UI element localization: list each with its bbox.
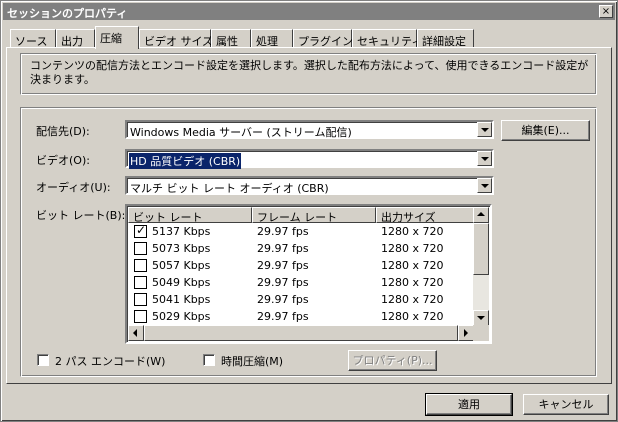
- tab-advanced[interactable]: 詳細設定: [417, 29, 474, 48]
- horizontal-scroll-thumb[interactable]: [144, 325, 458, 341]
- video-label: ビデオ(O):: [36, 154, 90, 167]
- arrow-right-icon: [464, 329, 468, 337]
- audio-value: マルチ ビット レート オーディオ (CBR): [130, 182, 329, 195]
- row-checkbox[interactable]: [134, 259, 147, 272]
- two-pass-checkbox[interactable]: [37, 354, 49, 366]
- column-header-output-size[interactable]: 出力サイズ: [376, 207, 476, 223]
- audio-select[interactable]: マルチ ビット レート オーディオ (CBR): [125, 176, 494, 195]
- scroll-right-button[interactable]: [458, 325, 474, 341]
- destination-select[interactable]: Windows Media サーバー (ストリーム配信): [125, 120, 494, 139]
- scroll-left-button[interactable]: [128, 325, 144, 341]
- cell-bitrate: 5137 Kbps: [152, 225, 211, 238]
- chevron-down-icon: [481, 128, 489, 132]
- table-row[interactable]: 5057 Kbps 29.97 fps 1280 x 720: [128, 257, 478, 274]
- cell-output-size: 1280 x 720: [381, 276, 444, 289]
- two-pass-label: 2 パス エンコード(W): [55, 355, 166, 368]
- row-checkbox[interactable]: [134, 276, 147, 289]
- apply-button[interactable]: 適用: [425, 393, 513, 416]
- edit-button[interactable]: 編集(E)...: [501, 120, 590, 141]
- scroll-up-button[interactable]: [473, 207, 489, 223]
- column-header-frame-rate[interactable]: フレーム レート: [252, 207, 376, 223]
- arrow-down-icon: [477, 316, 485, 320]
- cell-output-size: 1280 x 720: [381, 293, 444, 306]
- title-bar: セッションのプロパティ ×: [3, 3, 615, 20]
- cell-frame-rate: 29.97 fps: [257, 259, 309, 272]
- properties-button[interactable]: プロパティ(P)...: [348, 350, 437, 371]
- arrow-up-icon: [477, 212, 485, 216]
- chevron-down-icon: [481, 184, 489, 188]
- tab-security[interactable]: セキュリティ: [352, 29, 422, 48]
- tab-plugins[interactable]: プラグイン: [293, 29, 353, 48]
- row-checkbox[interactable]: [134, 293, 147, 306]
- time-compression-checkbox[interactable]: [203, 354, 215, 366]
- bitrate-list-header: ビット レート フレーム レート 出力サイズ: [128, 207, 488, 223]
- cell-output-size: 1280 x 720: [381, 259, 444, 272]
- description-line-1: コンテンツの配信方法とエンコード設定を選択します。選択した配布方法によって、使用…: [30, 59, 589, 72]
- video-dropdown-arrow[interactable]: [477, 151, 492, 166]
- horizontal-scrollbar[interactable]: [128, 325, 474, 341]
- vertical-scroll-thumb[interactable]: [473, 223, 489, 275]
- cell-output-size: 1280 x 720: [381, 225, 444, 238]
- destination-dropdown-arrow[interactable]: [477, 122, 492, 137]
- checkmark-icon: ✓: [136, 223, 147, 237]
- close-button[interactable]: ×: [599, 5, 613, 18]
- video-select[interactable]: HD 品質ビデオ (CBR): [125, 149, 494, 169]
- tab-output[interactable]: 出力: [56, 29, 95, 48]
- table-row[interactable]: 5041 Kbps 29.97 fps 1280 x 720: [128, 291, 478, 308]
- cell-frame-rate: 29.97 fps: [257, 310, 309, 323]
- description-text: コンテンツの配信方法とエンコード設定を選択します。選択した配布方法によって、使用…: [30, 59, 590, 87]
- destination-label: 配信先(D):: [36, 125, 90, 138]
- bitrate-label: ビット レート(B):: [36, 209, 126, 222]
- chevron-down-icon: [481, 157, 489, 161]
- cancel-button[interactable]: キャンセル: [523, 394, 609, 415]
- tab-attributes[interactable]: 属性: [211, 29, 251, 48]
- row-checkbox[interactable]: [134, 242, 147, 255]
- audio-label: オーディオ(U):: [36, 181, 111, 194]
- table-row[interactable]: 5029 Kbps 29.97 fps 1280 x 720: [128, 308, 478, 325]
- cell-bitrate: 5057 Kbps: [152, 259, 211, 272]
- time-compression-label: 時間圧縮(M): [221, 355, 284, 368]
- column-header-bitrate[interactable]: ビット レート: [128, 207, 252, 223]
- cell-frame-rate: 29.97 fps: [257, 293, 309, 306]
- cell-bitrate: 5049 Kbps: [152, 276, 211, 289]
- cell-bitrate: 5073 Kbps: [152, 242, 211, 255]
- vertical-scrollbar[interactable]: [473, 207, 489, 326]
- window-title: セッションのプロパティ: [7, 7, 128, 20]
- scrollbar-corner: [473, 325, 489, 341]
- description-line-2: 決まります。: [30, 73, 95, 86]
- tab-source[interactable]: ソース: [10, 29, 56, 48]
- cell-output-size: 1280 x 720: [381, 310, 444, 323]
- arrow-left-icon: [133, 329, 137, 337]
- properties-dialog: セッションのプロパティ × ソース 出力 圧縮 ビデオ サイズ 属性 処理 プラ…: [0, 0, 618, 422]
- cell-frame-rate: 29.97 fps: [257, 276, 309, 289]
- video-value: HD 品質ビデオ (CBR): [129, 153, 242, 169]
- scroll-down-button[interactable]: [473, 310, 489, 326]
- row-checkbox[interactable]: [134, 310, 147, 323]
- cell-bitrate: 5029 Kbps: [152, 310, 211, 323]
- cell-bitrate: 5041 Kbps: [152, 293, 211, 306]
- bitrate-list[interactable]: ビット レート フレーム レート 出力サイズ ✓ 5137 Kbps 29.97…: [125, 204, 492, 344]
- destination-value: Windows Media サーバー (ストリーム配信): [130, 126, 352, 139]
- tab-processing[interactable]: 処理: [251, 29, 293, 48]
- tab-compression[interactable]: 圧縮: [95, 26, 139, 49]
- cell-frame-rate: 29.97 fps: [257, 225, 309, 238]
- cell-output-size: 1280 x 720: [381, 242, 444, 255]
- table-row[interactable]: 5073 Kbps 29.97 fps 1280 x 720: [128, 240, 478, 257]
- cell-frame-rate: 29.97 fps: [257, 242, 309, 255]
- table-row[interactable]: 5049 Kbps 29.97 fps 1280 x 720: [128, 274, 478, 291]
- row-checkbox[interactable]: ✓: [134, 223, 147, 238]
- table-row[interactable]: ✓ 5137 Kbps 29.97 fps 1280 x 720: [128, 223, 478, 240]
- tab-video-size[interactable]: ビデオ サイズ: [139, 29, 213, 48]
- audio-dropdown-arrow[interactable]: [477, 178, 492, 193]
